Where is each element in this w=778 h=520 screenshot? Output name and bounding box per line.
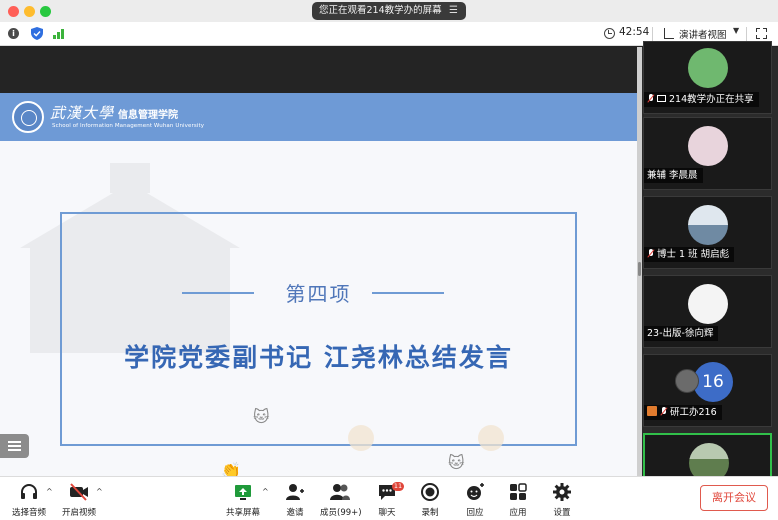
- avatar: [688, 284, 728, 324]
- add-person-icon: [286, 484, 304, 500]
- video-button[interactable]: 开启视频: [60, 482, 98, 518]
- divider: [652, 27, 653, 41]
- slide-title: 学院党委副书记 江尧林总结发言: [124, 343, 513, 372]
- view-mode-selector[interactable]: 演讲者视图: [679, 27, 727, 41]
- participant-gallery: 214教学办正在共享 兼辅 李晨晨 博士 1 班 胡启彪 23-出版-徐向辉 1…: [637, 41, 778, 483]
- reactions-button[interactable]: 回应: [463, 482, 487, 518]
- window-titlebar: 您正在观看214教学办的屏幕 ☰: [0, 0, 778, 22]
- participant-tile[interactable]: 23-出版-徐向辉: [643, 275, 772, 348]
- smiley-plus-icon: [467, 483, 484, 500]
- decorative-rule-right: [372, 292, 444, 294]
- gear-icon: [553, 483, 571, 501]
- menu-lines-icon[interactable]: ☰: [449, 2, 458, 20]
- mic-muted-icon: [660, 407, 668, 416]
- participant-name-label: 兼辅 李晨晨: [644, 168, 703, 183]
- apps-grid-icon: [510, 483, 527, 500]
- meeting-controls-toolbar: 选择音频 ^ 开启视频 ^ 共享屏幕 ^ 邀请 成员(99+) 聊天 11 录制…: [0, 476, 778, 520]
- participant-tile[interactable]: 兼辅 李晨晨: [643, 117, 772, 190]
- slide-content-frame: 第四项 学院党委副书记 江尧林总结发言: [60, 212, 577, 446]
- avatar: [688, 48, 728, 88]
- avatar: [675, 369, 699, 393]
- reaction-face-icon: [478, 425, 504, 451]
- department-english-name: School of Information Management Wuhan U…: [52, 123, 205, 129]
- participant-tile[interactable]: 214教学办正在共享: [643, 41, 772, 114]
- meeting-timer: 42:54: [619, 26, 650, 38]
- agenda-item-number: 第四项: [285, 282, 352, 306]
- record-icon: [421, 483, 439, 501]
- shield-icon[interactable]: [31, 27, 43, 40]
- participant-tile[interactable]: 博士 1 班 胡启彪: [643, 196, 772, 269]
- chevron-down-icon[interactable]: ▼: [733, 26, 739, 35]
- minimize-window-button[interactable]: [24, 6, 35, 17]
- divider: [746, 27, 747, 41]
- mic-muted-icon: [647, 249, 655, 258]
- close-window-button[interactable]: [8, 6, 19, 17]
- slide-header-banner: 武漢大學 信息管理学院 School of Information Manage…: [0, 93, 637, 141]
- maximize-window-button[interactable]: [40, 6, 51, 17]
- mic-muted-icon: [647, 94, 655, 103]
- audio-options-chevron-icon[interactable]: ^: [46, 487, 53, 496]
- participant-tile[interactable]: 16 研工办216: [643, 354, 772, 427]
- info-icon[interactable]: i: [8, 28, 19, 39]
- invite-button[interactable]: 邀请: [282, 482, 308, 518]
- apps-button[interactable]: 应用: [506, 482, 530, 518]
- participant-name-label: 23-出版-徐向辉: [644, 326, 719, 341]
- cat-sticker-icon: 🐱: [448, 453, 465, 472]
- screen-share-icon: [657, 95, 666, 102]
- audio-button[interactable]: 选择音频: [10, 482, 48, 518]
- reaction-face-icon: [348, 425, 374, 451]
- department-name: 信息管理学院: [118, 110, 178, 121]
- avatar: [688, 205, 728, 245]
- avatar: [688, 126, 728, 166]
- signal-strength-icon[interactable]: [53, 29, 65, 39]
- cat-sticker-icon: 🐱: [253, 407, 270, 426]
- share-options-chevron-icon[interactable]: ^: [262, 487, 269, 496]
- participant-name-label: 博士 1 班 胡启彪: [644, 247, 735, 262]
- settings-button[interactable]: 设置: [550, 482, 574, 518]
- sharing-banner-text: 您正在观看214教学办的屏幕: [319, 5, 442, 16]
- slide-list-button[interactable]: [0, 434, 29, 458]
- gallery-resize-handle[interactable]: [637, 47, 642, 476]
- participants-icon: [330, 484, 350, 500]
- video-off-icon: [70, 483, 88, 501]
- participants-button[interactable]: 成员(99+): [320, 482, 362, 518]
- participant-count-badge: 16: [693, 362, 733, 402]
- video-options-chevron-icon[interactable]: ^: [96, 487, 103, 496]
- participant-tile-active-speaker[interactable]: [643, 433, 772, 483]
- university-name: 武漢大學: [50, 104, 115, 122]
- participant-name-label: 214教学办正在共享: [644, 92, 759, 107]
- record-button[interactable]: 录制: [418, 482, 442, 518]
- speaker-view-icon[interactable]: [664, 28, 674, 39]
- university-seal-icon: [12, 101, 44, 133]
- share-screen-button[interactable]: 共享屏幕: [225, 482, 261, 518]
- leave-meeting-button[interactable]: 离开会议: [700, 485, 768, 511]
- share-screen-icon: [235, 485, 251, 500]
- presentation-slide: 武漢大學 信息管理学院 School of Information Manage…: [0, 93, 637, 496]
- shared-screen-area: 武漢大學 信息管理学院 School of Information Manage…: [0, 47, 637, 496]
- sharing-banner[interactable]: 您正在观看214教学办的屏幕 ☰: [312, 2, 466, 20]
- unread-chat-badge: 11: [392, 482, 404, 491]
- clock-icon: [604, 28, 615, 39]
- headphones-icon: [21, 484, 37, 499]
- fullscreen-icon[interactable]: [756, 28, 767, 39]
- person-icon: [647, 406, 657, 416]
- participant-name-label: 研工办216: [644, 405, 722, 420]
